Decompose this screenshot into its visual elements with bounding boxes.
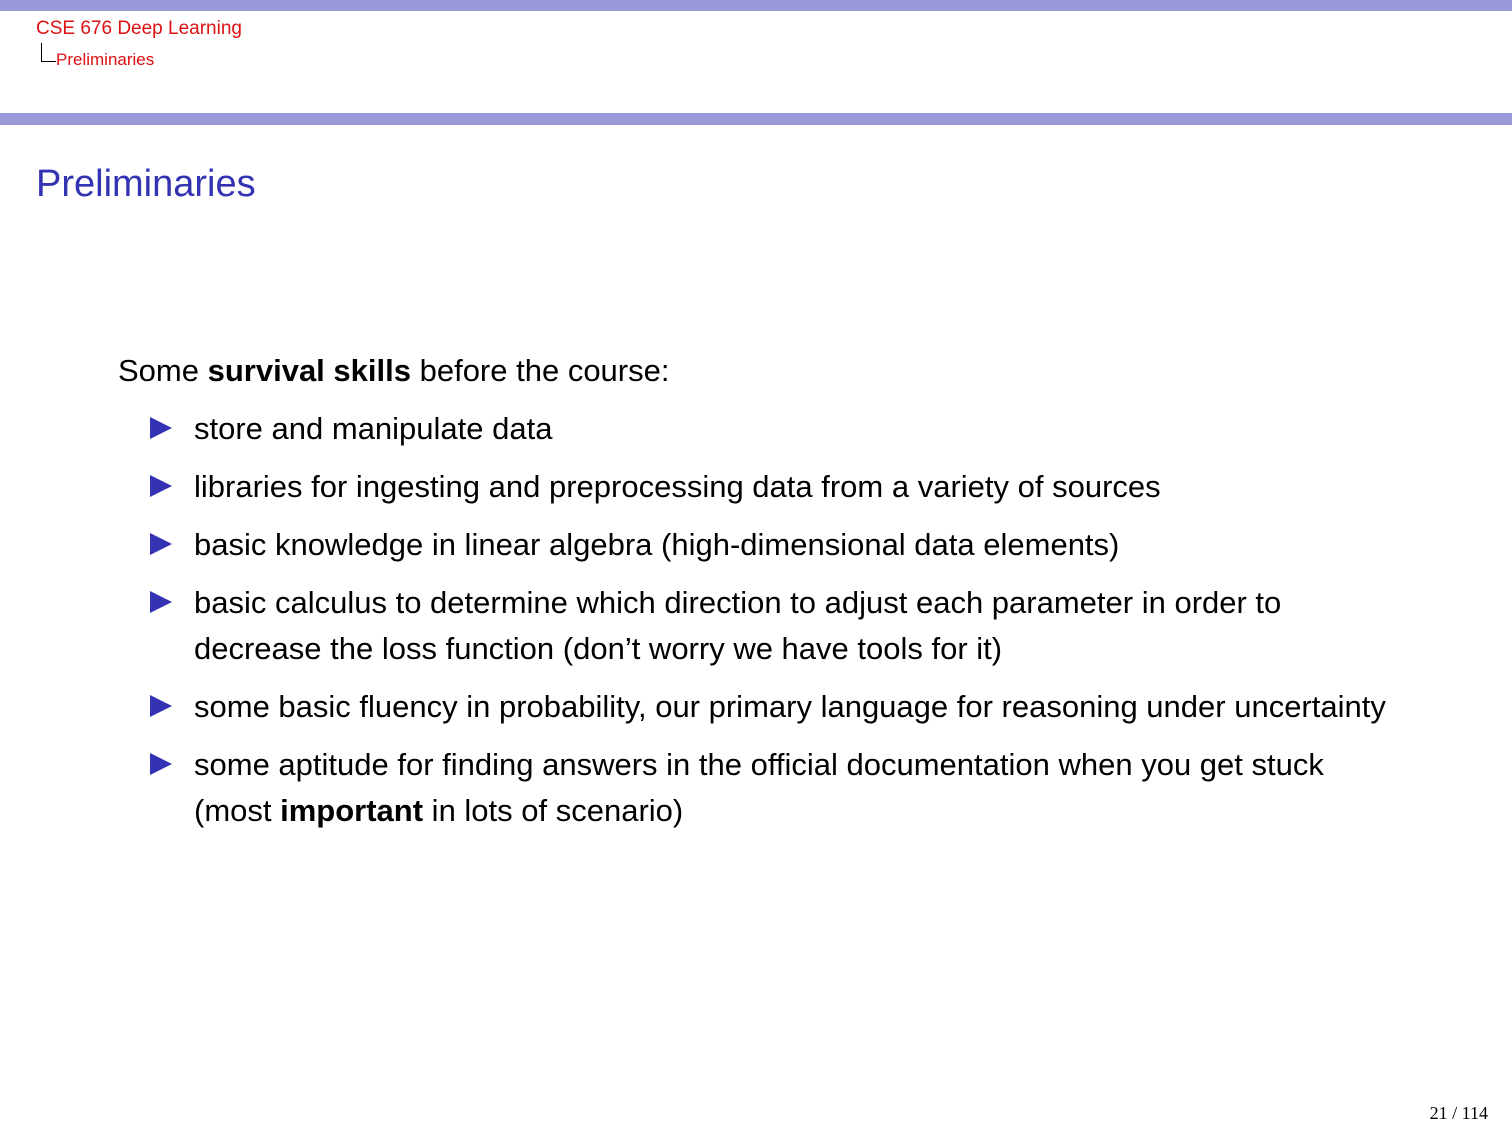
bullet-list: store and manipulate data libraries for … xyxy=(118,406,1408,834)
bullet-text-after: in lots of scenario) xyxy=(423,793,684,828)
header-divider-bar xyxy=(0,113,1512,125)
list-item: some basic fluency in probability, our p… xyxy=(118,684,1408,730)
intro-text-after: before the course: xyxy=(410,353,670,388)
triangle-bullet-icon xyxy=(150,533,172,555)
section-breadcrumb: Preliminaries xyxy=(36,43,242,71)
tree-corner-icon xyxy=(41,43,56,62)
slide-content: Some survival skills before the course: … xyxy=(118,348,1408,846)
list-item: libraries for ingesting and preprocessin… xyxy=(118,464,1408,510)
bullet-text: basic knowledge in linear algebra (high-… xyxy=(194,527,1120,562)
page-separator: / xyxy=(1452,1103,1458,1123)
list-item: some aptitude for finding answers in the… xyxy=(118,742,1408,834)
section-link[interactable]: Preliminaries xyxy=(56,50,154,69)
bullet-text: store and manipulate data xyxy=(194,411,553,446)
bullet-text: libraries for ingesting and preprocessin… xyxy=(194,469,1161,504)
intro-line: Some survival skills before the course: xyxy=(118,348,1408,394)
top-bar xyxy=(0,0,1512,11)
slide-header: CSE 676 Deep Learning Preliminaries xyxy=(36,17,242,71)
page-current: 21 xyxy=(1429,1103,1448,1123)
page-number: 21 / 114 xyxy=(1430,1103,1488,1124)
intro-bold: survival skills xyxy=(207,353,411,388)
bullet-text: basic calculus to determine which direct… xyxy=(194,585,1282,666)
triangle-bullet-icon xyxy=(150,591,172,613)
list-item: basic knowledge in linear algebra (high-… xyxy=(118,522,1408,568)
slide-title: Preliminaries xyxy=(36,163,256,205)
bullet-text: some basic fluency in probability, our p… xyxy=(194,689,1386,724)
triangle-bullet-icon xyxy=(150,417,172,439)
course-title[interactable]: CSE 676 Deep Learning xyxy=(36,17,242,41)
page-total: 114 xyxy=(1461,1103,1488,1123)
triangle-bullet-icon xyxy=(150,753,172,775)
list-item: store and manipulate data xyxy=(118,406,1408,452)
triangle-bullet-icon xyxy=(150,695,172,717)
intro-text-before: Some xyxy=(118,353,208,388)
triangle-bullet-icon xyxy=(150,475,172,497)
bullet-bold: important xyxy=(280,793,424,828)
list-item: basic calculus to determine which direct… xyxy=(118,580,1408,672)
